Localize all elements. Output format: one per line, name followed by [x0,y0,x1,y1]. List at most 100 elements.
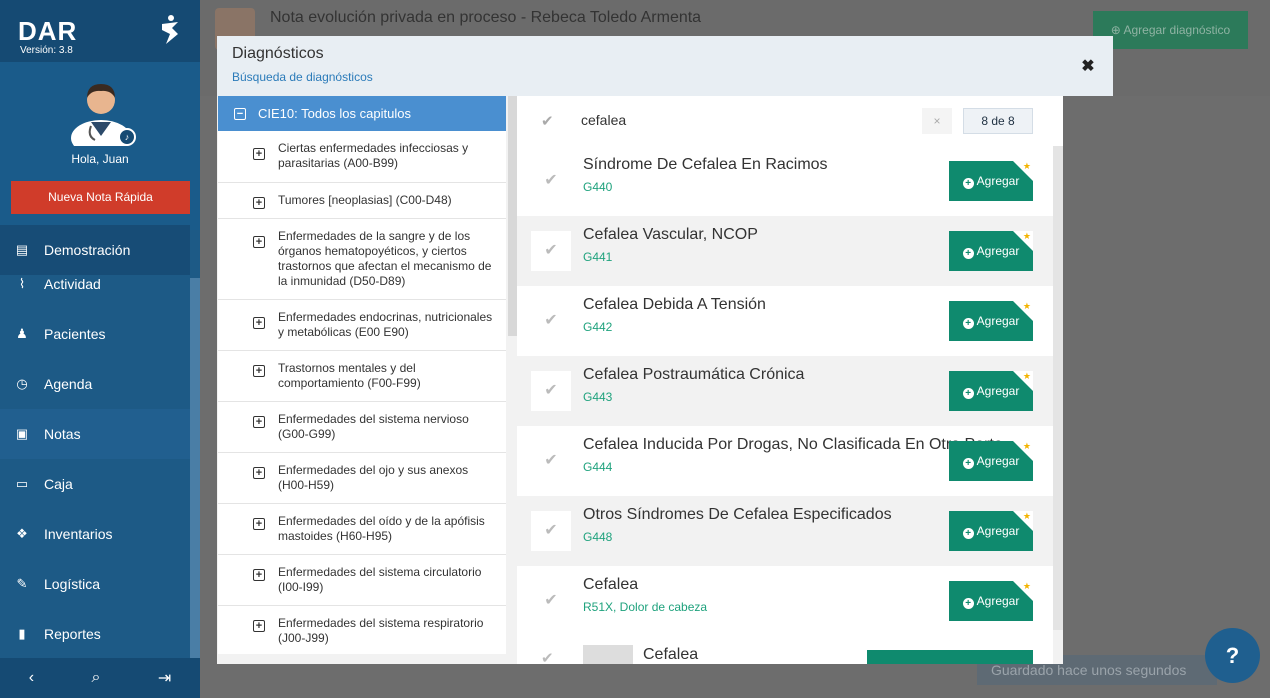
star-icon[interactable]: ★ [1023,511,1031,521]
result-row: ✔ Cefalea Vascular, NCOP G441 + Agregar ★ [517,216,1053,286]
tree-item[interactable]: + Enfermedades del oído y de la apófisis … [218,504,506,555]
tree-item[interactable]: + Enfermedades del sistema nervioso (G00-… [218,402,506,453]
nav-label: Actividad [44,276,101,292]
tree-item[interactable]: + Enfermedades de la sangre y de los órga… [218,219,506,300]
add-diagnosis-button[interactable]: ⊕ Agregar diagnóstico [1093,11,1248,49]
results-scrollbar[interactable] [1053,146,1063,630]
result-count: 8 de 8 [963,108,1033,134]
chapter-tree: − CIE10: Todos los capitulos + Ciertas en… [218,96,506,654]
add-result-button[interactable]: + Agregar ★ [949,581,1033,621]
nav-label: Demostración [44,242,131,258]
tree-root[interactable]: − CIE10: Todos los capitulos [218,96,506,131]
plus-icon: + [962,248,974,259]
result-code: G448 [583,530,613,544]
search-input[interactable]: cefalea [581,112,626,128]
result-code: G443 [583,390,613,404]
tree-item[interactable]: + Enfermedades del sistema respiratorio (… [218,606,506,654]
tree-item-label: Tumores [neoplasias] (C00-D48) [278,193,452,207]
modal-subtitle[interactable]: Búsqueda de diagnósticos [232,70,373,84]
nav-item-logistica[interactable]: ✎ Logística [0,559,190,609]
result-title: Síndrome De Cefalea En Racimos [583,156,828,173]
tree-item[interactable]: + Enfermedades del ojo y sus anexos (H00-… [218,453,506,504]
expand-icon[interactable]: + [253,317,265,329]
add-result-button[interactable]: + Agregar ★ [949,231,1033,271]
check-icon[interactable]: ✔ [531,441,571,481]
nav-item-agenda[interactable]: ◷ Agenda [0,359,190,409]
tree-item-label: Enfermedades del oído y de la apófisis m… [278,514,485,543]
nav-label: Reportes [44,626,101,642]
tree-item-label: Ciertas enfermedades infecciosas y paras… [278,141,469,170]
tree-item-label: Enfermedades del sistema respiratorio (J… [278,616,484,645]
expand-icon[interactable]: + [253,236,265,248]
check-icon[interactable]: ✔ [531,371,571,411]
add-result-button[interactable]: + Agregar ★ [949,161,1033,201]
check-icon[interactable]: ✔ [531,581,571,621]
tree-item[interactable]: + Enfermedades del sistema circulatorio (… [218,555,506,606]
notification-bell-icon[interactable]: ♪ [118,128,136,146]
add-result-button[interactable]: + Agregar ★ [949,441,1033,481]
star-icon[interactable]: ★ [1023,161,1031,171]
add-result-button[interactable]: + Agregar ★ [949,301,1033,341]
back-icon[interactable]: ‹ [29,669,34,687]
nav-label: Inventarios [44,526,113,542]
expand-icon[interactable]: + [253,518,265,530]
nav-item-caja[interactable]: ▭ Caja [0,459,190,509]
check-icon[interactable]: ✔ [531,511,571,551]
nav-item-inventarios[interactable]: ❖ Inventarios [0,509,190,559]
expand-icon[interactable]: + [253,467,265,479]
result-code: G440 [583,180,613,194]
nav-item-reportes[interactable]: ▮ Reportes [0,609,190,659]
collapse-icon[interactable]: − [234,107,246,120]
expand-icon[interactable]: + [253,365,265,377]
star-icon[interactable]: ★ [1023,301,1031,311]
result-title: Otros Síndromes De Cefalea Especificados [583,506,892,523]
tree-item[interactable]: + Tumores [neoplasias] (C00-D48) [218,183,506,219]
brand: DAR Versión: 3.8 [0,0,200,62]
tree-item-label: Enfermedades del sistema circulatorio (I… [278,565,482,594]
modal-header: Diagnósticos Búsqueda de diagnósticos [217,36,1113,96]
star-icon[interactable]: ★ [1023,231,1031,241]
check-icon[interactable]: ✔ [531,161,571,201]
result-title: Cefalea Inducida Por Drogas, No Clasific… [583,436,1003,453]
result-code: G441 [583,250,613,264]
result-title: Cefalea [583,576,639,593]
tree-item[interactable]: + Enfermedades endocrinas, nutricionales … [218,300,506,351]
tree-item-label: Enfermedades endocrinas, nutricionales y… [278,310,493,339]
expand-icon[interactable]: + [253,148,265,160]
clear-search-icon[interactable]: × [922,108,952,134]
result-row: ✔ Cefalea Postraumática Crónica G443 + Ag… [517,356,1053,426]
star-icon[interactable]: ★ [1023,441,1031,451]
search-icon[interactable]: ⌕ [91,669,100,687]
help-button[interactable]: ? [1205,628,1260,683]
nav-item-pacientes[interactable]: ♟ Pacientes [0,309,190,359]
add-result-button[interactable]: + Agregar ★ [949,511,1033,551]
check-icon[interactable]: ✔ [531,301,571,341]
check-icon[interactable]: ✔ [541,649,554,664]
result-row: ✔ Cefalea [517,635,1053,664]
close-icon[interactable]: ✖ [1078,57,1098,77]
quick-note-button[interactable]: Nueva Nota Rápida [11,181,190,214]
check-icon[interactable]: ✔ [531,231,571,271]
expand-icon[interactable]: + [253,569,265,581]
tree-item[interactable]: + Trastornos mentales y del comportamient… [218,351,506,402]
expand-icon[interactable]: + [253,197,265,209]
tree-item[interactable]: + Ciertas enfermedades infecciosas y para… [218,131,506,183]
result-row: ✔ Síndrome De Cefalea En Racimos G440 + A… [517,146,1053,216]
sidebar-scrollbar[interactable] [190,278,200,660]
clipboard-icon: ▤ [15,242,29,257]
star-icon[interactable]: ★ [1023,581,1031,591]
expand-icon[interactable]: + [253,620,265,632]
star-icon[interactable]: ★ [1023,371,1031,381]
expand-icon[interactable]: + [253,416,265,428]
pulse-icon: ⌇ [18,276,26,291]
result-code: R51X, Dolor de cabeza [583,600,708,614]
add-result-button[interactable]: + Agregar ★ [949,371,1033,411]
app-version: Versión: 3.8 [20,45,73,56]
result-action-button[interactable] [867,650,1033,664]
nav-item-notas[interactable]: ▣ Notas [0,409,190,459]
nav-item-actividad[interactable]: ⌇ Actividad [0,259,190,309]
tree-scrollbar[interactable] [508,96,517,336]
nav-label: Pacientes [44,326,106,342]
logout-icon[interactable]: ⇥ [158,668,171,688]
page-title: Nota evolución privada en proceso - Rebe… [270,9,702,26]
